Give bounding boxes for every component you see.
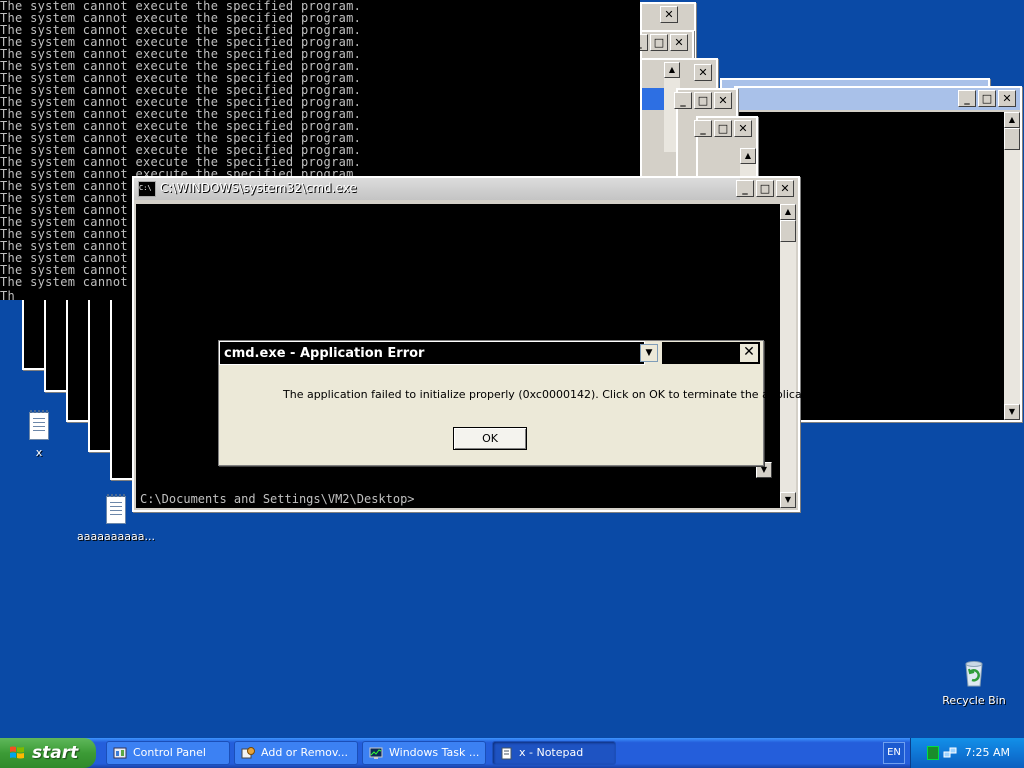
- task-label: Windows Task ...: [389, 746, 480, 759]
- clock[interactable]: 7:25 AM: [965, 738, 1010, 768]
- command-prompt: C:\Documents and Settings\VM2\Desktop>: [140, 492, 415, 506]
- close-button[interactable]: ✕: [776, 180, 794, 197]
- scroll-up-button[interactable]: ▲: [740, 148, 756, 164]
- desktop-icon-recycle-bin[interactable]: Recycle Bin: [940, 658, 1008, 707]
- notepad-document-icon: [106, 494, 126, 524]
- scroll-thumb[interactable]: [780, 220, 796, 242]
- chevron-down-icon[interactable]: ▼: [640, 344, 658, 362]
- scroll-down-button[interactable]: ▼: [780, 492, 796, 508]
- start-label: start: [32, 743, 79, 763]
- close-button[interactable]: ✕: [998, 90, 1016, 107]
- cmd-window-icon: C:\: [138, 181, 156, 197]
- desktop-icon-label: x: [35, 446, 43, 459]
- add-remove-programs-icon: [241, 747, 255, 759]
- scroll-up-button[interactable]: ▲: [780, 204, 796, 220]
- desktop-icon-label: aaaaaaaaaa...: [77, 530, 155, 543]
- task-label: Control Panel: [133, 746, 206, 759]
- task-label: x - Notepad: [519, 746, 584, 759]
- vertical-scrollbar[interactable]: ▲ ▼: [1004, 112, 1020, 420]
- maximize-button[interactable]: □: [756, 180, 774, 197]
- task-add-remove-programs[interactable]: Add or Remov...: [234, 741, 358, 765]
- task-windows-task-manager[interactable]: Windows Task ...: [362, 741, 486, 765]
- task-control-panel[interactable]: Control Panel: [106, 741, 230, 765]
- minimize-button[interactable]: _: [736, 180, 754, 197]
- system-tray: 7:25 AM: [910, 738, 1024, 768]
- close-button[interactable]: ✕: [734, 120, 752, 137]
- title-bar[interactable]: ✕: [642, 4, 694, 26]
- network-icon[interactable]: [943, 746, 957, 760]
- tray-app-icon[interactable]: [927, 746, 939, 760]
- minimize-button[interactable]: _: [958, 90, 976, 107]
- notepad-document-icon: [29, 410, 49, 440]
- task-notepad[interactable]: x - Notepad: [492, 741, 616, 765]
- maximize-button[interactable]: □: [694, 92, 712, 109]
- close-button[interactable]: ✕: [660, 6, 678, 23]
- vertical-scrollbar[interactable]: ▲ ▼: [780, 204, 796, 508]
- error-message: The application failed to initialize pro…: [283, 388, 827, 401]
- desktop-icon-label: Recycle Bin: [942, 694, 1006, 707]
- task-manager-icon: [369, 747, 383, 759]
- taskbar: start Control Panel Add or Remov... Wind…: [0, 738, 1024, 768]
- scroll-up-button[interactable]: ▲: [664, 62, 680, 78]
- maximize-button[interactable]: □: [650, 34, 668, 51]
- title-bar[interactable]: C:\ C:\WINDOWS\system32\cmd.exe _ □ ✕: [134, 178, 798, 200]
- close-button[interactable]: ✕: [714, 92, 732, 109]
- close-button[interactable]: ✕: [694, 64, 712, 81]
- windows-logo-icon: [10, 746, 24, 759]
- dialog-close-button[interactable]: ✕: [739, 343, 759, 363]
- maximize-button[interactable]: □: [714, 120, 732, 137]
- language-indicator[interactable]: EN: [883, 742, 905, 764]
- desktop-icon-x[interactable]: x: [22, 410, 56, 459]
- maximize-button[interactable]: □: [978, 90, 996, 107]
- window-title: C:\WINDOWS\system32\cmd.exe: [160, 181, 357, 195]
- control-panel-icon: [113, 747, 127, 759]
- close-button[interactable]: ✕: [670, 34, 688, 51]
- dialog-title: cmd.exe - Application Error: [219, 341, 645, 365]
- scroll-down-button[interactable]: ▼: [1004, 404, 1020, 420]
- minimize-button[interactable]: _: [694, 120, 712, 137]
- start-button[interactable]: start: [0, 738, 96, 768]
- notepad-icon: [501, 747, 512, 760]
- recycle-bin-icon: [965, 661, 983, 687]
- minimize-button[interactable]: _: [674, 92, 692, 109]
- task-label: Add or Remov...: [261, 746, 349, 759]
- ok-button[interactable]: OK: [453, 427, 527, 450]
- scroll-thumb[interactable]: [1004, 128, 1020, 150]
- scroll-up-button[interactable]: ▲: [1004, 112, 1020, 128]
- title-bar[interactable]: _ □ ✕: [736, 88, 1020, 110]
